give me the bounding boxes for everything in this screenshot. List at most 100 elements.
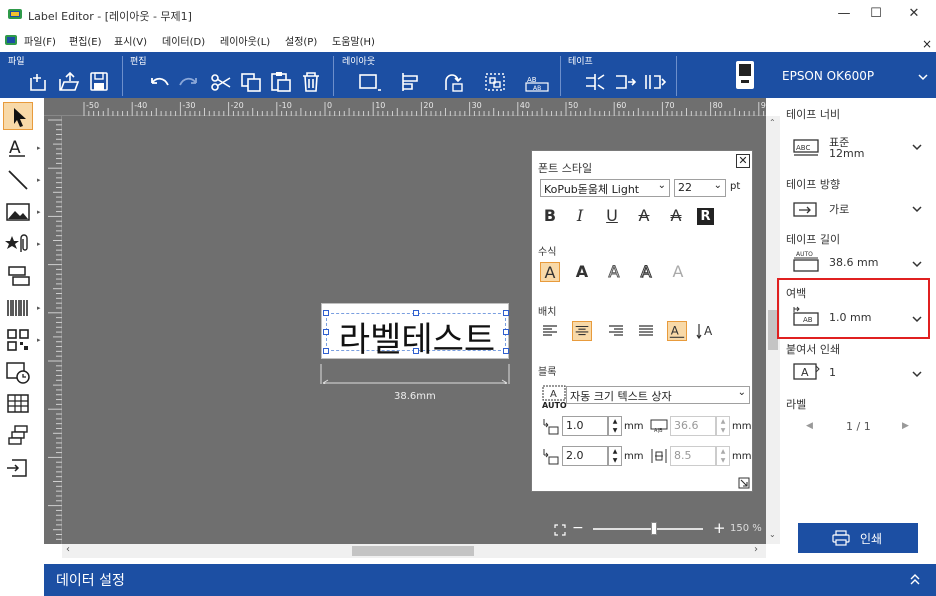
cut-button[interactable] (208, 70, 234, 94)
expand-arrow-icon[interactable]: ▸ (37, 176, 42, 184)
indent-spinner[interactable]: ▲ ▼ (608, 416, 622, 436)
scroll-up-icon[interactable]: ⌃ (769, 118, 776, 127)
serial-tool[interactable] (3, 422, 33, 450)
tape-width-chevron-icon[interactable] (912, 143, 922, 151)
line-tool[interactable] (3, 166, 33, 194)
fit-mode-select[interactable]: 자동 크기 텍스트 상자 ⌄ (566, 386, 750, 404)
next-label-icon[interactable]: ▶ (902, 421, 909, 431)
effect-shadow-button[interactable]: A (636, 262, 656, 282)
underline-button[interactable]: U (602, 206, 622, 226)
data-settings-bar[interactable]: 데이터 설정 (44, 564, 936, 596)
selection-handle[interactable] (413, 348, 419, 354)
zoom-slider-thumb[interactable] (650, 522, 657, 535)
open-button[interactable] (56, 70, 82, 94)
arrange-button[interactable] (356, 70, 392, 94)
selection-handle[interactable] (323, 329, 329, 335)
frame-tool[interactable] (3, 262, 33, 290)
vertical-text-icon[interactable]: A (696, 321, 716, 341)
table-tool[interactable] (3, 390, 33, 418)
redo-button[interactable] (176, 70, 202, 94)
menu-file[interactable]: 파일(F) (24, 33, 56, 48)
prev-label-icon[interactable]: ◀ (806, 421, 813, 431)
group-button[interactable] (482, 70, 518, 94)
expand-arrow-icon[interactable]: ▸ (37, 304, 42, 312)
align-right-icon[interactable] (608, 323, 624, 339)
char-width-spinner[interactable]: ▲ ▼ (716, 446, 730, 466)
effect-normal-button[interactable]: A (540, 262, 560, 282)
scroll-right-icon[interactable]: › (754, 544, 758, 555)
horizontal-scrollbar[interactable]: ‹ › (62, 544, 766, 558)
menu-view[interactable]: 표시(V) (114, 33, 147, 48)
tape-direction-chevron-icon[interactable] (912, 205, 922, 213)
tape-cut-button[interactable] (582, 70, 608, 94)
rotate-button[interactable] (440, 70, 476, 94)
strikethrough-button[interactable]: A (634, 206, 654, 226)
database-tool[interactable] (3, 454, 33, 482)
barcode-tool[interactable] (3, 294, 33, 322)
double-strike-button[interactable]: A (666, 206, 686, 226)
save-button[interactable] (86, 70, 112, 94)
text-box-button[interactable]: AB AB (524, 70, 550, 94)
bold-button[interactable]: B (540, 206, 560, 226)
chevron-down-icon[interactable] (918, 73, 928, 81)
qrcode-tool[interactable] (3, 326, 33, 354)
expand-arrow-icon[interactable]: ▸ (37, 208, 42, 216)
spacing-spinner[interactable]: ▲ ▼ (608, 446, 622, 466)
copy-button[interactable] (238, 70, 264, 94)
new-button[interactable] (26, 70, 52, 94)
menu-edit[interactable]: 편집(E) (69, 33, 102, 48)
expand-arrow-icon[interactable]: ▸ (37, 144, 42, 152)
label-tape[interactable]: 라벨테스트 (321, 303, 509, 360)
fit-icon[interactable] (554, 524, 566, 536)
panel-close-button[interactable]: ✕ (736, 154, 750, 168)
selection-handle[interactable] (413, 310, 419, 316)
copies-chevron-icon[interactable] (912, 370, 922, 378)
align-button[interactable] (398, 70, 434, 94)
image-tool[interactable] (3, 198, 33, 226)
scroll-down-icon[interactable]: ⌄ (769, 530, 776, 539)
align-center-icon[interactable] (572, 321, 592, 341)
text-object[interactable]: 라벨테스트 (326, 313, 506, 360)
printer-name[interactable]: EPSON OK600P (782, 69, 874, 83)
scroll-left-icon[interactable]: ‹ (66, 544, 70, 555)
close-button[interactable]: ✕ (891, 0, 936, 30)
indent-field[interactable]: 1.0 (562, 416, 608, 436)
italic-button[interactable]: I (570, 206, 590, 226)
spacing-field[interactable]: 2.0 (562, 446, 608, 466)
doc-close-button[interactable]: × (922, 37, 932, 51)
datetime-tool[interactable] (3, 358, 33, 386)
selection-handle[interactable] (503, 329, 509, 335)
paste-button[interactable] (268, 70, 294, 94)
height-spinner[interactable]: ▲ ▼ (716, 416, 730, 436)
char-width-field[interactable]: 8.5 (670, 446, 716, 466)
selection-handle[interactable] (323, 310, 329, 316)
print-button[interactable]: 인쇄 (798, 523, 918, 553)
expand-up-icon[interactable] (910, 573, 920, 585)
height-field[interactable]: 36.6 (670, 416, 716, 436)
delete-button[interactable] (298, 70, 324, 94)
font-size-select[interactable]: 22 ⌄ (674, 179, 726, 197)
panel-resize-icon[interactable] (738, 477, 750, 489)
margin-chevron-icon[interactable] (912, 315, 922, 323)
undo-button[interactable] (146, 70, 172, 94)
selection-handle[interactable] (323, 348, 329, 354)
font-family-select[interactable]: KoPub돋움체 Light ⌄ (540, 179, 670, 197)
menu-data[interactable]: 데이터(D) (162, 33, 205, 48)
tape-length-chevron-icon[interactable] (912, 260, 922, 268)
effect-outline-button[interactable]: A (604, 262, 624, 282)
clipart-tool[interactable] (3, 230, 33, 258)
tape-length-button[interactable] (642, 70, 668, 94)
scroll-thumb[interactable] (352, 546, 474, 556)
align-left-icon[interactable] (542, 323, 558, 339)
menu-help[interactable]: 도움말(H) (332, 33, 375, 48)
zoom-slider-track[interactable] (593, 528, 703, 530)
zoom-in-button[interactable]: + (713, 519, 726, 537)
effect-bold-button[interactable]: A (572, 262, 592, 282)
effect-light-button[interactable]: A (668, 262, 688, 282)
align-justify-icon[interactable] (638, 323, 654, 339)
tape-feed-button[interactable] (612, 70, 638, 94)
selection-handle[interactable] (503, 348, 509, 354)
text-tool[interactable]: A (3, 134, 33, 162)
menu-layout[interactable]: 레이아웃(L) (220, 33, 270, 48)
reverse-button[interactable]: R (697, 208, 714, 225)
